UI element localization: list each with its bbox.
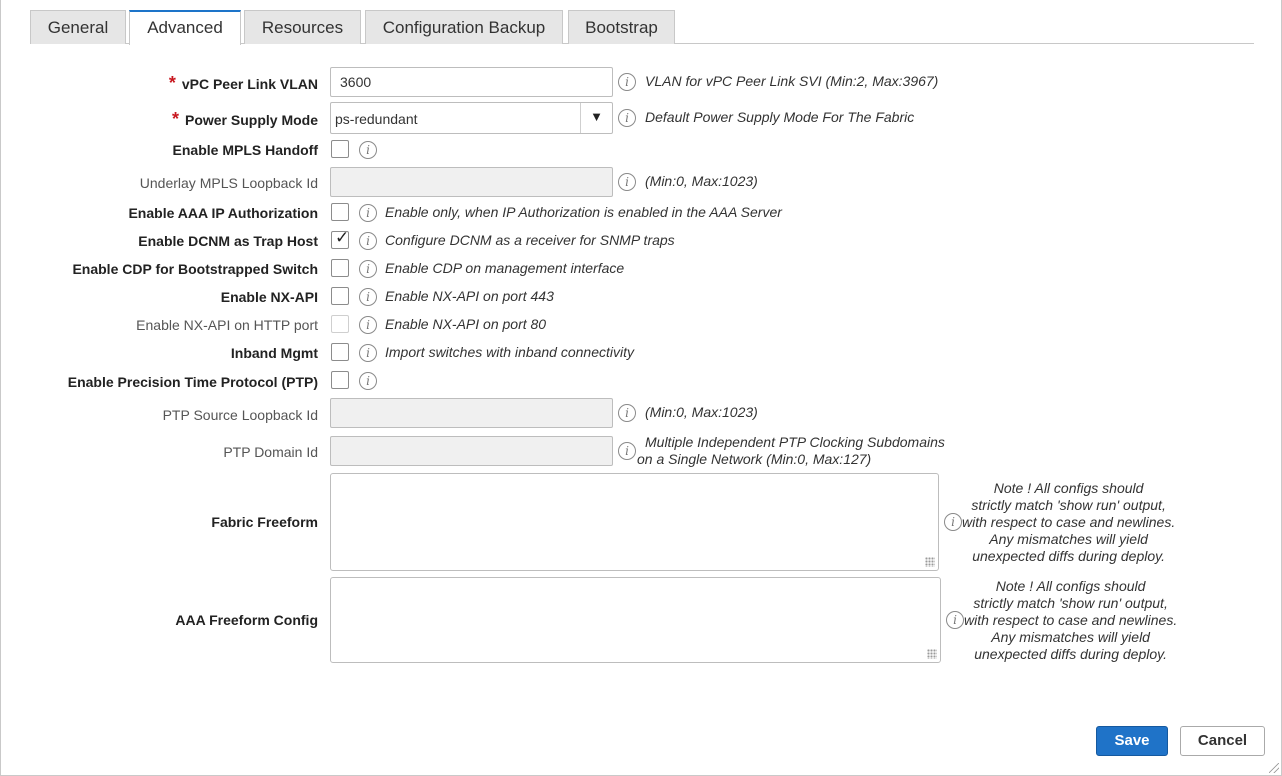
vpc-peer-link-vlan-label: * vPC Peer Link VLAN: [168, 73, 318, 93]
info-icon[interactable]: i: [359, 316, 377, 334]
ptp-domain-id-label: PTP Domain Id: [223, 444, 318, 460]
resize-grip-icon[interactable]: [927, 649, 937, 659]
enable-ptp-checkbox[interactable]: [331, 371, 349, 389]
enable-ptp-label: Enable Precision Time Protocol (PTP): [67, 374, 318, 390]
inband-mgmt-help: Import switches with inband connectivity: [385, 344, 634, 360]
enable-aaa-ip-authorization-checkbox[interactable]: [331, 203, 349, 221]
info-icon[interactable]: i: [944, 513, 962, 531]
ptp-domain-id-help: Multiple Independent PTP Clocking Subdom…: [637, 434, 945, 467]
enable-mpls-handoff-label: Enable MPLS Handoff: [172, 142, 318, 158]
power-supply-mode-select[interactable]: ps-redundant ▼: [330, 102, 613, 134]
tab-advanced[interactable]: Advanced: [129, 10, 241, 45]
chevron-down-icon[interactable]: ▼: [580, 103, 612, 133]
ptp-source-loopback-id-input[interactable]: [330, 398, 613, 428]
fabric-freeform-label: Fabric Freeform: [211, 514, 318, 530]
info-icon[interactable]: i: [359, 344, 377, 362]
aaa-freeform-config-textarea[interactable]: [330, 577, 941, 663]
window-resize-icon[interactable]: [1269, 763, 1279, 773]
power-supply-mode-help: Default Power Supply Mode For The Fabric: [645, 109, 915, 125]
tab-resources[interactable]: Resources: [244, 10, 361, 44]
power-supply-mode-label: * Power Supply Mode: [171, 109, 318, 129]
info-icon[interactable]: i: [359, 232, 377, 250]
info-icon[interactable]: i: [359, 204, 377, 222]
enable-dcnm-trap-host-checkbox[interactable]: ✓: [331, 228, 350, 249]
info-icon[interactable]: i: [359, 260, 377, 278]
enable-dcnm-trap-host-help: Configure DCNM as a receiver for SNMP tr…: [385, 232, 675, 248]
enable-nxapi-label: Enable NX-API: [220, 289, 318, 305]
info-icon[interactable]: i: [618, 173, 636, 191]
info-icon[interactable]: i: [946, 611, 964, 629]
fabric-freeform-help: Note ! All configs should strictly match…: [962, 480, 1176, 564]
cancel-button[interactable]: Cancel: [1180, 726, 1265, 756]
enable-cdp-bootstrapped-checkbox[interactable]: [331, 259, 349, 277]
vpc-peer-link-vlan-input[interactable]: 3600: [330, 67, 613, 97]
enable-dcnm-trap-host-label: Enable DCNM as Trap Host: [138, 233, 318, 249]
aaa-freeform-config-help: Note ! All configs should strictly match…: [964, 578, 1178, 662]
resize-grip-icon[interactable]: [925, 557, 935, 567]
enable-nxapi-http-checkbox[interactable]: [331, 315, 349, 333]
enable-mpls-handoff-checkbox[interactable]: [331, 140, 349, 158]
underlay-mpls-loopback-id-label: Underlay MPLS Loopback Id: [139, 175, 318, 191]
required-marker: *: [168, 73, 176, 93]
enable-nxapi-checkbox[interactable]: [331, 287, 349, 305]
enable-cdp-bootstrapped-help: Enable CDP on management interface: [385, 260, 625, 276]
tab-bootstrap[interactable]: Bootstrap: [568, 10, 675, 44]
info-icon[interactable]: i: [359, 372, 377, 390]
fabric-freeform-textarea[interactable]: [330, 473, 939, 571]
info-icon[interactable]: i: [618, 73, 636, 91]
info-icon[interactable]: i: [359, 141, 377, 159]
enable-nxapi-http-help: Enable NX-API on port 80: [385, 316, 547, 332]
ptp-domain-id-input[interactable]: [330, 436, 613, 466]
check-icon: ✓: [335, 228, 350, 247]
enable-nxapi-http-label: Enable NX-API on HTTP port: [136, 317, 318, 333]
tab-general[interactable]: General: [30, 10, 126, 44]
inband-mgmt-checkbox[interactable]: [331, 343, 349, 361]
enable-nxapi-help: Enable NX-API on port 443: [385, 288, 554, 304]
tab-bar: General Advanced Resources Configuration…: [30, 10, 1254, 45]
enable-aaa-ip-authorization-help: Enable only, when IP Authorization is en…: [385, 204, 782, 220]
tab-configuration-backup[interactable]: Configuration Backup: [365, 10, 563, 44]
info-icon[interactable]: i: [618, 404, 636, 422]
info-icon[interactable]: i: [359, 288, 377, 306]
ptp-source-loopback-id-label: PTP Source Loopback Id: [162, 407, 318, 423]
enable-aaa-ip-authorization-label: Enable AAA IP Authorization: [128, 205, 318, 221]
info-icon[interactable]: i: [618, 442, 636, 460]
underlay-mpls-loopback-id-input[interactable]: [330, 167, 613, 197]
underlay-mpls-loopback-id-help: (Min:0, Max:1023): [645, 173, 758, 189]
aaa-freeform-config-label: AAA Freeform Config: [175, 612, 318, 628]
ptp-source-loopback-id-help: (Min:0, Max:1023): [645, 404, 758, 420]
power-supply-mode-value: ps-redundant: [335, 111, 418, 127]
enable-cdp-bootstrapped-label: Enable CDP for Bootstrapped Switch: [72, 261, 318, 277]
required-marker: *: [171, 109, 179, 129]
vpc-peer-link-vlan-help: VLAN for vPC Peer Link SVI (Min:2, Max:3…: [645, 73, 939, 89]
save-button[interactable]: Save: [1096, 726, 1168, 756]
inband-mgmt-label: Inband Mgmt: [230, 345, 318, 361]
info-icon[interactable]: i: [618, 109, 636, 127]
